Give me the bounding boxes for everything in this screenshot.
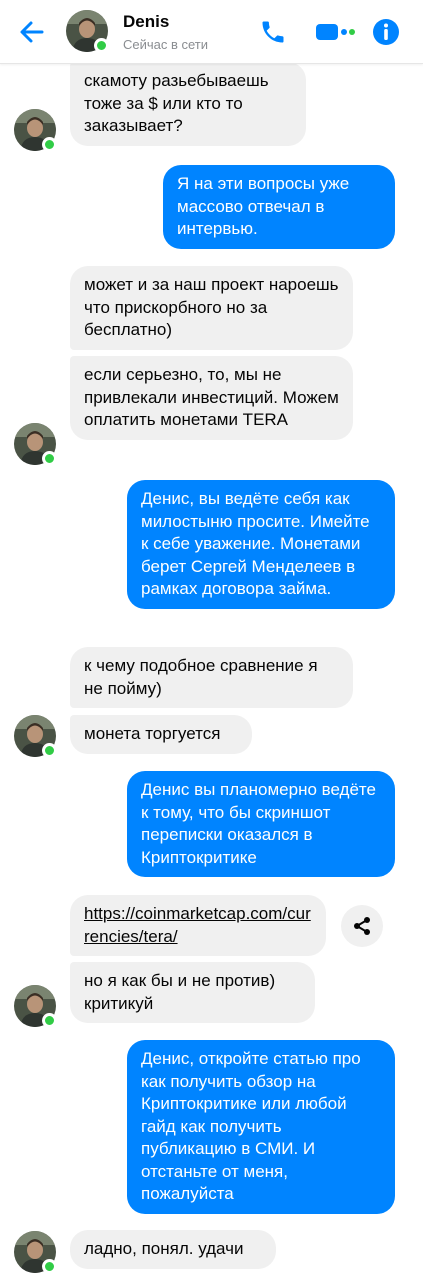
contact-name[interactable]: Denis bbox=[123, 12, 169, 32]
online-indicator bbox=[42, 1013, 57, 1028]
share-button[interactable] bbox=[341, 905, 383, 947]
message-outgoing[interactable]: Денис, вы ведёте себя как милостыню прос… bbox=[127, 480, 395, 609]
voice-call-button[interactable] bbox=[255, 14, 291, 50]
online-indicator bbox=[42, 451, 57, 466]
message-outgoing[interactable]: Я на эти вопросы уже массово отвечал в и… bbox=[163, 165, 395, 249]
message-incoming[interactable]: к чему подобное сравнение я не пойму) bbox=[70, 647, 353, 708]
message-incoming[interactable]: может и за наш проект нароешь что приско… bbox=[70, 266, 353, 350]
online-indicator bbox=[42, 137, 57, 152]
back-arrow-icon bbox=[20, 21, 44, 43]
message-incoming[interactable]: скамоту разьебываешь тоже за $ или кто т… bbox=[70, 62, 306, 146]
message-incoming[interactable]: но я как бы и не против) критикуй bbox=[70, 962, 315, 1023]
online-indicator bbox=[42, 743, 57, 758]
message-incoming[interactable]: ладно, понял. удачи bbox=[70, 1230, 276, 1269]
message-incoming[interactable]: если серьезно, то, мы не привлекали инве… bbox=[70, 356, 353, 440]
info-button[interactable] bbox=[368, 14, 404, 50]
online-indicator bbox=[42, 1259, 57, 1274]
share-icon bbox=[354, 917, 370, 935]
chat-header: Denis Сейчас в сети bbox=[0, 0, 423, 64]
coinmarketcap-link[interactable]: https://coinmarketcap.com/currencies/ter… bbox=[84, 904, 311, 946]
message-link[interactable]: https://coinmarketcap.com/currencies/ter… bbox=[70, 895, 326, 956]
back-button[interactable] bbox=[14, 14, 50, 50]
video-camera-icon bbox=[316, 24, 355, 40]
video-call-button[interactable] bbox=[314, 14, 358, 50]
message-outgoing[interactable]: Денис, откройте статью про как получить … bbox=[127, 1040, 395, 1214]
message-incoming[interactable]: монета торгуется bbox=[70, 715, 252, 754]
contact-status: Сейчас в сети bbox=[123, 37, 209, 52]
online-indicator bbox=[94, 38, 109, 53]
message-outgoing[interactable]: Денис вы планомерно ведёте к тому, что б… bbox=[127, 771, 395, 877]
info-icon bbox=[373, 19, 399, 45]
phone-icon bbox=[262, 21, 284, 43]
